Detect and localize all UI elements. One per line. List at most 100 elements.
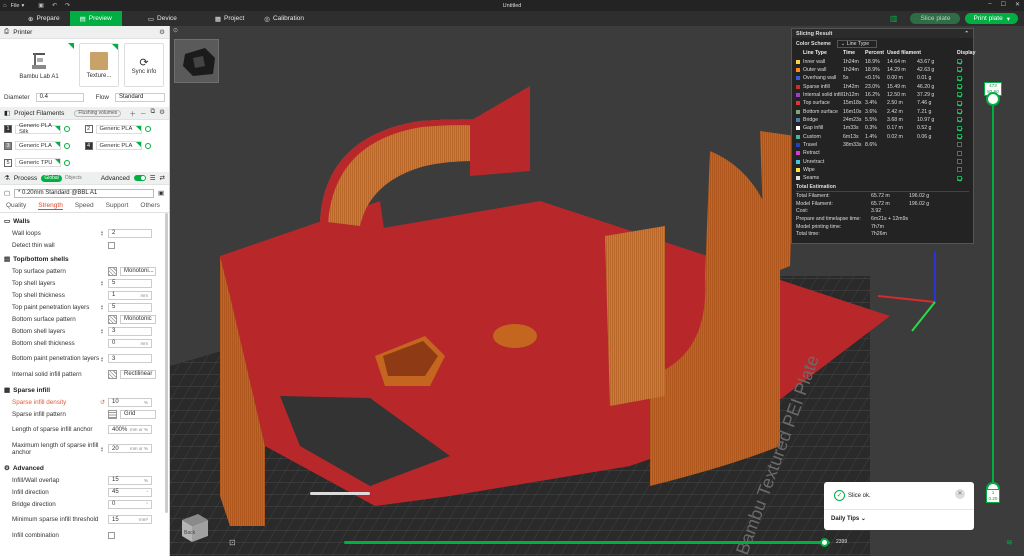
top-paint-input[interactable]: 5 [108, 302, 152, 312]
thumbnail-settings-icon[interactable]: ⊙ [173, 27, 178, 34]
tab-device[interactable]: ▭ Device [138, 11, 187, 26]
stepper-icon[interactable]: ▲ ▼ [100, 328, 105, 335]
layers-icon[interactable]: ≋ [1006, 538, 1013, 547]
tab-project[interactable]: ▦ Project [205, 11, 254, 26]
minimize-icon[interactable]: – [988, 1, 991, 8]
tab-strength[interactable]: Strength [38, 202, 63, 210]
display-checkbox[interactable] [957, 67, 962, 73]
display-checkbox[interactable] [957, 134, 962, 140]
display-checkbox[interactable] [957, 109, 962, 115]
sparse-density-input[interactable]: 10% [108, 397, 153, 407]
move-slider-track[interactable] [344, 541, 830, 544]
print-plate-button[interactable]: Print plate ▾ [965, 13, 1018, 24]
slice-plate-button[interactable]: Slice plate [910, 13, 961, 24]
daily-tips-toggle[interactable]: Daily Tips ⌄ [831, 515, 866, 522]
filament-item-3[interactable]: 3 Generic PLA [4, 140, 85, 153]
sparse-pattern-select[interactable]: Grid [120, 409, 156, 419]
display-checkbox[interactable] [957, 117, 962, 123]
top-layer-handle[interactable] [986, 92, 1000, 106]
detect-thin-wall-checkbox[interactable] [108, 241, 115, 249]
color-scheme-select[interactable]: ⌄ Line Type [836, 39, 877, 48]
top-shell-thickness-input[interactable]: 1 mm [108, 290, 152, 300]
display-checkbox[interactable] [957, 167, 962, 173]
file-menu[interactable]: File ▾ [11, 3, 25, 9]
tab-calibration[interactable]: ◎ Calibration [254, 11, 314, 26]
bottom-shell-thickness-input[interactable]: 0 mm [108, 338, 152, 348]
tab-support[interactable]: Support [106, 202, 129, 209]
sync-info-button[interactable]: ⟳ Sync info [124, 43, 164, 87]
view-cube[interactable]: Back [178, 510, 212, 544]
gear-icon[interactable]: ⚙ [159, 108, 165, 118]
stepper-icon[interactable]: ▲ ▼ [100, 230, 105, 237]
list-icon[interactable]: ☰ [150, 174, 156, 182]
layer-slider-track[interactable] [992, 94, 994, 486]
plate-select[interactable]: Texture... [79, 43, 119, 87]
stepper-icon[interactable]: ▲ ▼ [100, 445, 105, 452]
close-icon[interactable]: ✕ [1015, 1, 1020, 8]
filament-item-4[interactable]: 4 Generic PLA [84, 140, 166, 153]
sparse-anchor-max-input[interactable]: 20 mm or % [108, 444, 152, 453]
stepper-icon[interactable]: ▲ ▼ [100, 355, 105, 362]
tab-speed[interactable]: Speed [75, 202, 94, 209]
infill-overlap-input[interactable]: 15% [108, 475, 152, 485]
display-checkbox[interactable] [957, 175, 962, 181]
filament-item-5[interactable]: 5 Generic TPU [4, 156, 85, 169]
display-checkbox[interactable] [957, 92, 962, 98]
tab-preview[interactable]: ▤ Preview [69, 11, 122, 26]
display-checkbox[interactable] [957, 84, 962, 90]
line-color-swatch [796, 151, 800, 156]
save-icon[interactable]: ▣ [38, 2, 44, 9]
filament-item-2[interactable]: 2 Generic PLA [84, 123, 166, 136]
sparse-anchor-input[interactable]: 400% mm or % [108, 425, 152, 434]
add-icon[interactable]: ＋ [130, 108, 137, 118]
diameter-select[interactable]: 0.4 [35, 92, 84, 102]
flushing-volumes-button[interactable]: Flushing volumes [74, 109, 122, 117]
infill-combination-checkbox[interactable] [108, 531, 115, 539]
reset-icon[interactable]: ↺ [100, 399, 105, 406]
display-checkbox[interactable] [957, 100, 962, 106]
display-checkbox[interactable] [957, 142, 962, 148]
display-checkbox[interactable] [957, 150, 962, 156]
bottom-paint-input[interactable]: 3 [108, 354, 152, 363]
close-notification-button[interactable]: ✕ [955, 489, 965, 499]
display-checkbox[interactable] [957, 59, 962, 65]
bridge-direction-input[interactable]: 0 ° [108, 499, 152, 509]
plate-thumbnail[interactable] [174, 39, 219, 83]
tab-others[interactable]: Others [140, 202, 160, 209]
save-preset-icon[interactable]: ▣ [158, 190, 164, 197]
internal-solid-select[interactable]: Rectilinear [120, 369, 156, 379]
tab-prepare[interactable]: ⊕ Prepare [18, 11, 70, 26]
filament-sync-icon[interactable]: ⧉ [151, 108, 156, 118]
home-icon[interactable]: ⌂ [3, 3, 7, 9]
fit-view-icon[interactable]: ⊡ [229, 538, 236, 547]
min-sparse-input[interactable]: 15 mm² [108, 515, 152, 524]
display-checkbox[interactable] [957, 125, 962, 131]
compare-icon[interactable]: ⇄ [160, 174, 165, 182]
bottom-surface-pattern-select[interactable]: Monotonic [120, 314, 156, 324]
display-checkbox[interactable] [957, 75, 962, 81]
gear-icon[interactable]: ⚙ [159, 28, 165, 36]
maximize-icon[interactable]: ☐ [1001, 1, 1006, 8]
remove-icon[interactable]: － [140, 108, 147, 118]
display-checkbox[interactable] [957, 159, 962, 165]
tab-quality[interactable]: Quality [6, 202, 26, 209]
top-shell-layers-input[interactable]: 5 [108, 278, 152, 288]
line-type-wt: 42.63 g [917, 66, 935, 73]
bottom-shell-layers-input[interactable]: 3 [108, 326, 152, 336]
printer-select[interactable]: Bambu Lab A1 [4, 43, 74, 87]
objects-toggle[interactable]: Objects [62, 175, 85, 182]
stepper-icon[interactable]: ▲ ▼ [100, 304, 105, 311]
wall-loops-input[interactable]: 2 [108, 228, 152, 238]
stepper-icon[interactable]: ▲ ▼ [100, 280, 105, 287]
redo-icon[interactable]: ↷ [65, 2, 70, 9]
flow-select[interactable]: Standard [114, 92, 165, 102]
advanced-toggle[interactable] [133, 175, 146, 181]
filament-item-1[interactable]: 1 Generic PLA Silk [4, 123, 85, 136]
infill-direction-input[interactable]: 45 ° [108, 487, 152, 497]
plate-layout-icon[interactable]: ▥ [890, 14, 898, 23]
undo-icon[interactable]: ↶ [52, 2, 57, 9]
global-toggle[interactable]: Global [41, 174, 62, 182]
top-surface-pattern-select[interactable]: Monotoni... [120, 266, 156, 276]
process-preset-select[interactable]: * 0.20mm Standard @BBL A1 [13, 188, 154, 198]
collapse-icon[interactable]: ⌃ [964, 31, 969, 37]
